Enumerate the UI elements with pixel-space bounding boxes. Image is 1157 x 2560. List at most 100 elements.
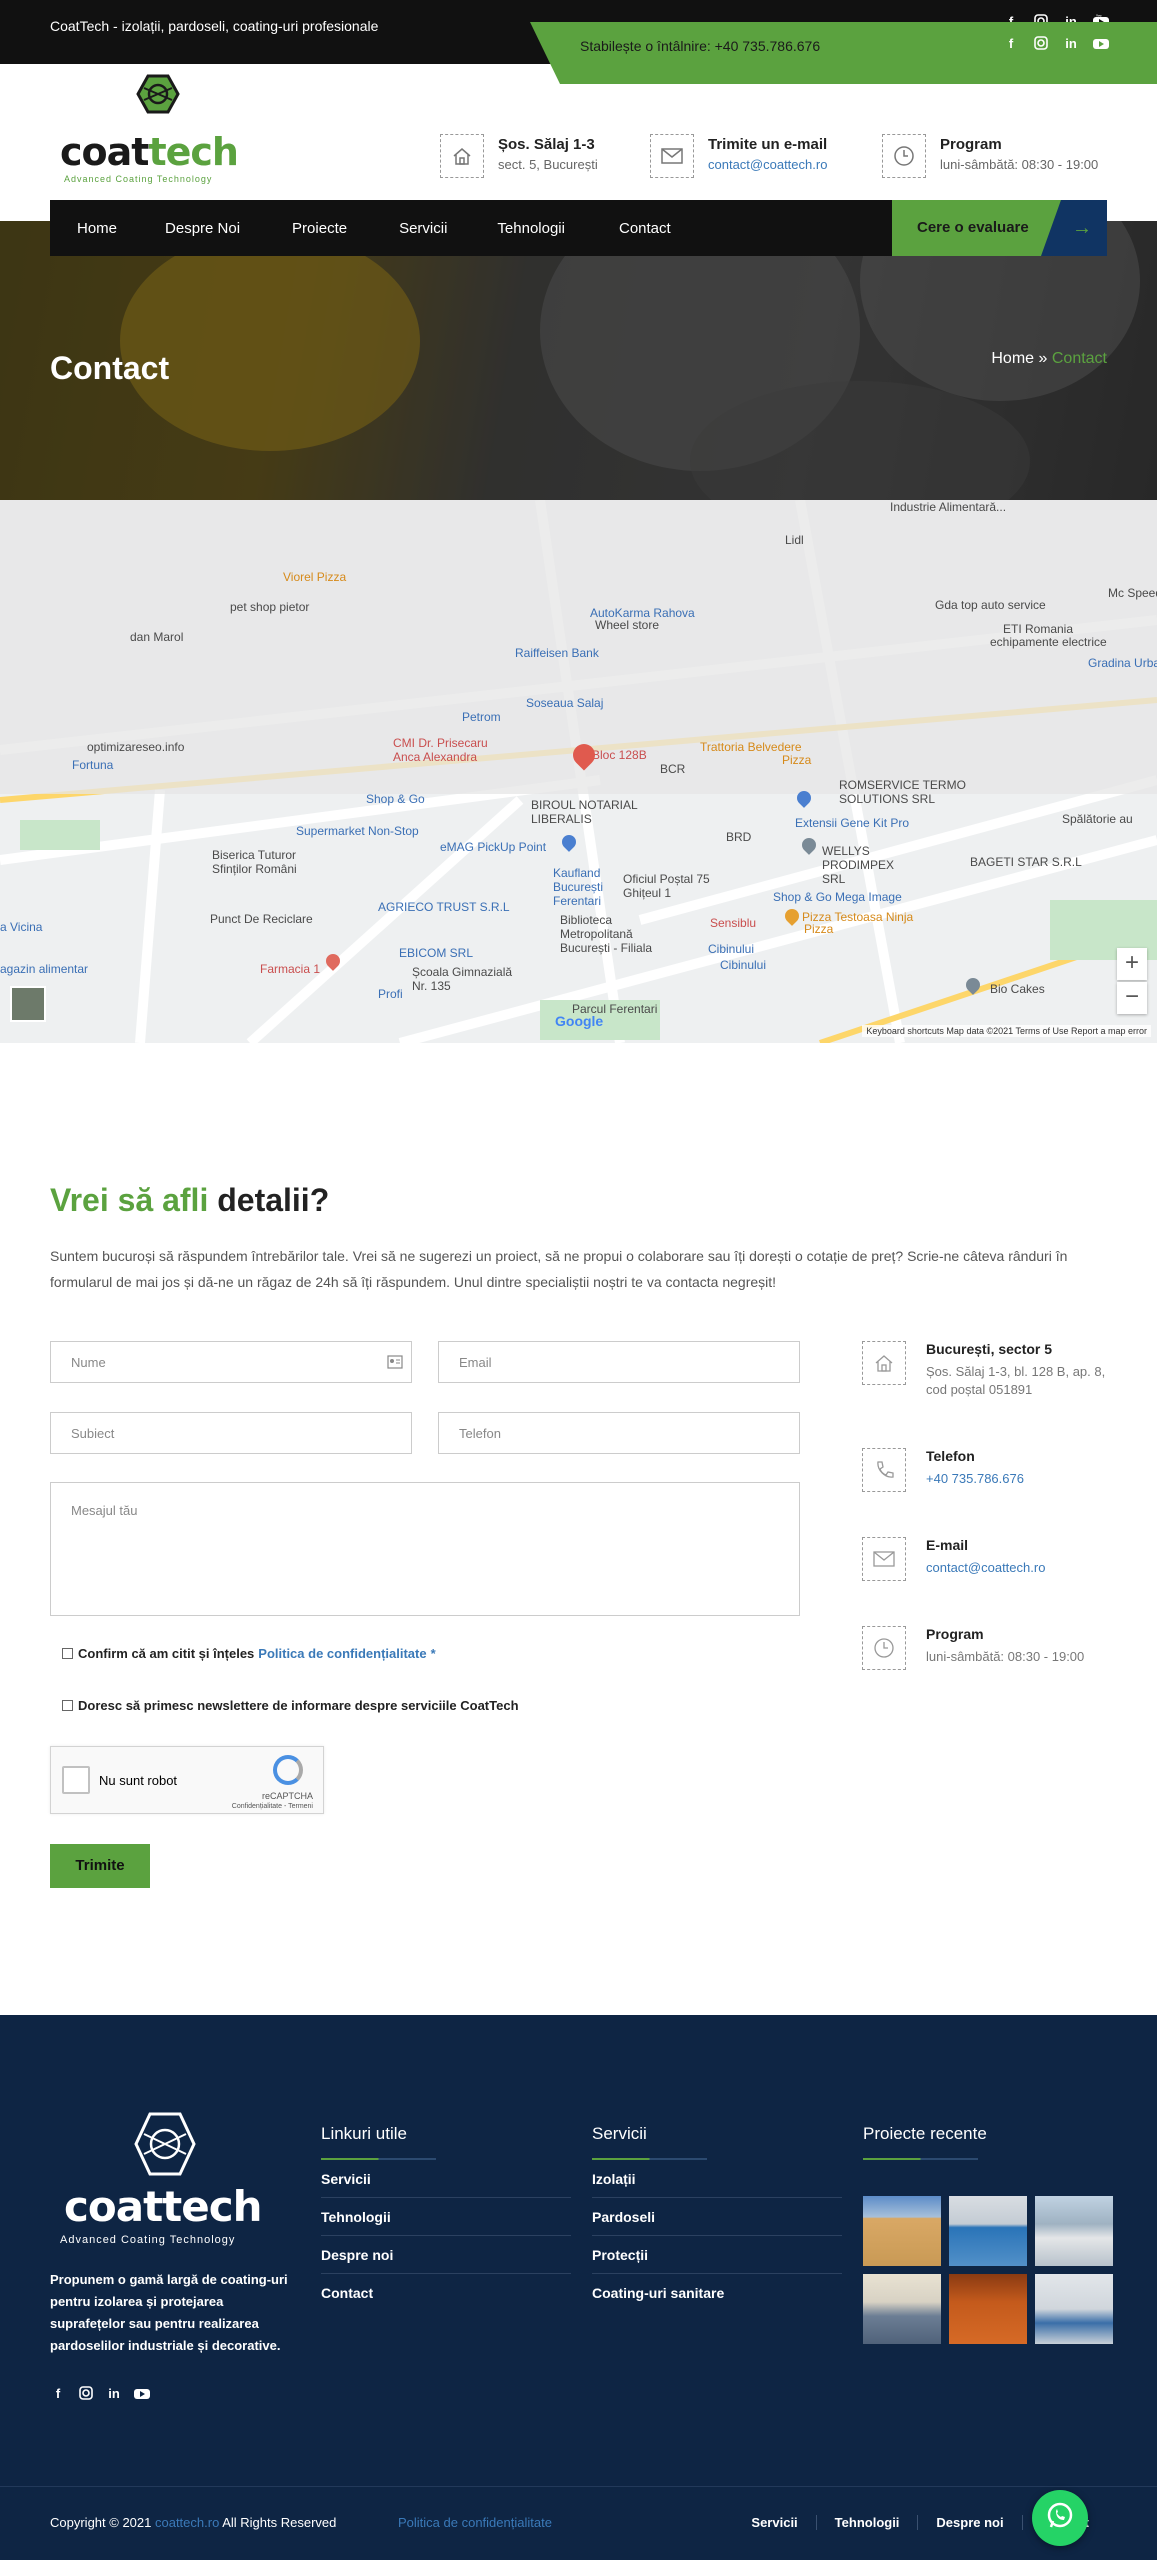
email-link[interactable]: contact@coattech.ro xyxy=(708,157,827,172)
subject-placeholder: Subiect xyxy=(71,1426,115,1441)
facebook-icon[interactable]: f xyxy=(1003,36,1019,52)
map-label: eMAG PickUp Point xyxy=(440,840,547,854)
footer-link-protectii[interactable]: Protecții xyxy=(592,2236,842,2274)
subject-field[interactable]: Subiect xyxy=(50,1412,412,1454)
map-zoom-out-button[interactable]: − xyxy=(1117,982,1147,1014)
map-label: Școala Gimnazială Nr. 135 xyxy=(412,965,513,993)
footer-bottom-bar: Copyright © 2021 coattech.ro All Rights … xyxy=(0,2486,1157,2560)
footer-link-pardoseli[interactable]: Pardoseli xyxy=(592,2198,842,2236)
footer-useful-links: Linkuri utile Servicii Tehnologii Despre… xyxy=(321,2124,571,2311)
map-label: Shop & Go xyxy=(366,792,425,806)
map-label: Fortuna xyxy=(72,758,114,772)
project-thumbnail[interactable] xyxy=(1035,2274,1113,2344)
newsletter-checkbox[interactable] xyxy=(62,1700,73,1711)
email-field[interactable]: Email xyxy=(438,1341,800,1383)
map-label: EBICOM SRL xyxy=(399,946,474,960)
map-label: Bio Cakes xyxy=(990,982,1045,996)
map-label: Extensii Gene Kit Pro xyxy=(795,816,910,830)
map-label: BRD xyxy=(726,830,752,844)
copyright-site-link[interactable]: coattech.ro xyxy=(155,2515,219,2530)
map-label: optimizareseo.info xyxy=(87,740,185,754)
bottom-link-despre-noi[interactable]: Despre noi xyxy=(917,2515,1021,2530)
name-field[interactable]: Nume xyxy=(50,1341,412,1383)
map-satellite-toggle[interactable] xyxy=(10,986,46,1022)
contact-description: Suntem bucuroși să răspundem întrebărilo… xyxy=(50,1248,1068,1290)
info-email-link[interactable]: contact@coattech.ro xyxy=(926,1559,1116,1577)
map-label: WELLYS PRODIMPEX SRL xyxy=(822,844,895,886)
footer-link-coating-sanitare[interactable]: Coating-uri sanitare xyxy=(592,2274,842,2311)
footer-link-tehnologii[interactable]: Tehnologii xyxy=(321,2198,571,2236)
contact-heading: Vrei să afli detalii? xyxy=(50,1182,329,1219)
map-label: BAGETI STAR S.R.L xyxy=(970,855,1082,869)
info-address-text: Șos. Sălaj 1-3, bl. 128 B, ap. 8, cod po… xyxy=(926,1364,1106,1397)
address-sub: sect. 5, București xyxy=(498,157,598,172)
youtube-icon[interactable] xyxy=(134,2386,150,2402)
envelope-icon xyxy=(650,134,694,178)
footer-logo-subtitle: Advanced Coating Technology xyxy=(60,2234,236,2246)
youtube-icon[interactable] xyxy=(1093,36,1109,52)
footer-link-izolatii[interactable]: Izolații xyxy=(592,2160,842,2198)
map-label: Industrie Alimentară... xyxy=(890,500,1007,514)
footer-link-despre-noi[interactable]: Despre noi xyxy=(321,2236,571,2274)
email-title: Trimite un e-mail xyxy=(708,136,828,153)
breadcrumb: Home » Contact xyxy=(991,350,1107,368)
linkedin-icon[interactable]: in xyxy=(1063,36,1079,52)
info-address-title: București, sector 5 xyxy=(926,1341,1053,1357)
map-label: Oficiul Poștal 75 Ghițeul 1 xyxy=(623,872,710,900)
phone-placeholder: Telefon xyxy=(459,1426,501,1441)
recaptcha-links[interactable]: Confidențialitate - Termeni xyxy=(232,1803,313,1810)
privacy-policy-link[interactable]: Politica de confidențialitate xyxy=(258,1646,426,1661)
message-textarea[interactable]: Mesajul tău xyxy=(50,1482,800,1616)
privacy-consent-text: Confirm că am citit și înțeles xyxy=(78,1646,255,1661)
project-thumbnail[interactable] xyxy=(1035,2196,1113,2266)
breadcrumb-current: Contact xyxy=(1051,350,1107,367)
project-thumbnail[interactable] xyxy=(949,2196,1027,2266)
bottom-link-tehnologii[interactable]: Tehnologii xyxy=(815,2515,918,2530)
nav-despre-noi[interactable]: Despre Noi xyxy=(165,220,240,237)
phone-field[interactable]: Telefon xyxy=(438,1412,800,1454)
footer-logo[interactable]: coattech Advanced Coating Technology xyxy=(60,2110,270,2248)
whatsapp-chat-button[interactable] xyxy=(1032,2490,1088,2546)
facebook-icon[interactable]: f xyxy=(50,2386,66,2402)
map-attribution[interactable]: Keyboard shortcuts Map data ©2021 Terms … xyxy=(862,1025,1151,1037)
google-map[interactable]: Industrie Alimentară... Lidl Viorel Pizz… xyxy=(0,500,1157,1043)
nav-servicii[interactable]: Servicii xyxy=(399,220,447,237)
footer-privacy-link[interactable]: Politica de confidențialitate xyxy=(398,2515,552,2530)
privacy-checkbox[interactable] xyxy=(62,1648,73,1659)
map-label: Cibinului xyxy=(720,958,767,972)
project-thumbnail[interactable] xyxy=(949,2274,1027,2344)
nav-proiecte[interactable]: Proiecte xyxy=(292,220,347,237)
breadcrumb-home[interactable]: Home xyxy=(991,350,1034,367)
project-thumbnail[interactable] xyxy=(863,2196,941,2266)
request-evaluation-button[interactable]: Cere o evaluare → xyxy=(892,200,1107,256)
contact-heading-accent: Vrei să afli xyxy=(50,1182,209,1218)
footer-social-icons: f in xyxy=(50,2386,150,2402)
map-label: dan Marol xyxy=(130,630,184,644)
map-label: AGRIECO TRUST S.R.L xyxy=(378,900,510,914)
header-schedule: Program luni-sâmbătă: 08:30 - 19:00 xyxy=(882,134,1098,178)
linkedin-icon[interactable]: in xyxy=(106,2386,122,2402)
bottom-link-servicii[interactable]: Servicii xyxy=(733,2515,815,2530)
map-label: Supermarket Non-Stop xyxy=(296,824,419,838)
map-label: Bloc 128B xyxy=(592,748,647,762)
footer-link-servicii[interactable]: Servicii xyxy=(321,2160,571,2198)
project-thumbnail[interactable] xyxy=(863,2274,941,2344)
footer-link-contact[interactable]: Contact xyxy=(321,2274,571,2311)
map-label: echipamente electrice xyxy=(990,635,1107,649)
map-label: ETI Romania xyxy=(1003,622,1074,636)
nav-home[interactable]: Home xyxy=(77,220,117,237)
recaptcha-checkbox[interactable] xyxy=(62,1766,90,1794)
site-logo[interactable]: coattech Advanced Coating Technology xyxy=(58,74,248,184)
map-label: Biblioteca Metropolitană București - Fil… xyxy=(560,913,653,955)
logo-wordmark: coattech xyxy=(60,130,239,174)
instagram-icon[interactable] xyxy=(78,2386,94,2402)
map-zoom-in-button[interactable]: + xyxy=(1117,948,1147,980)
submit-button[interactable]: Trimite xyxy=(50,1844,150,1888)
nav-contact[interactable]: Contact xyxy=(619,220,671,237)
info-phone-link[interactable]: +40 735.786.676 xyxy=(926,1470,1116,1488)
appointment-phone[interactable]: Stabilește o întâlnire: +40 735.786.676 xyxy=(580,38,820,54)
phone-icon xyxy=(862,1448,906,1492)
nav-tehnologii[interactable]: Tehnologii xyxy=(497,220,565,237)
instagram-icon[interactable] xyxy=(1033,36,1049,52)
map-label: Pizza xyxy=(804,922,834,936)
